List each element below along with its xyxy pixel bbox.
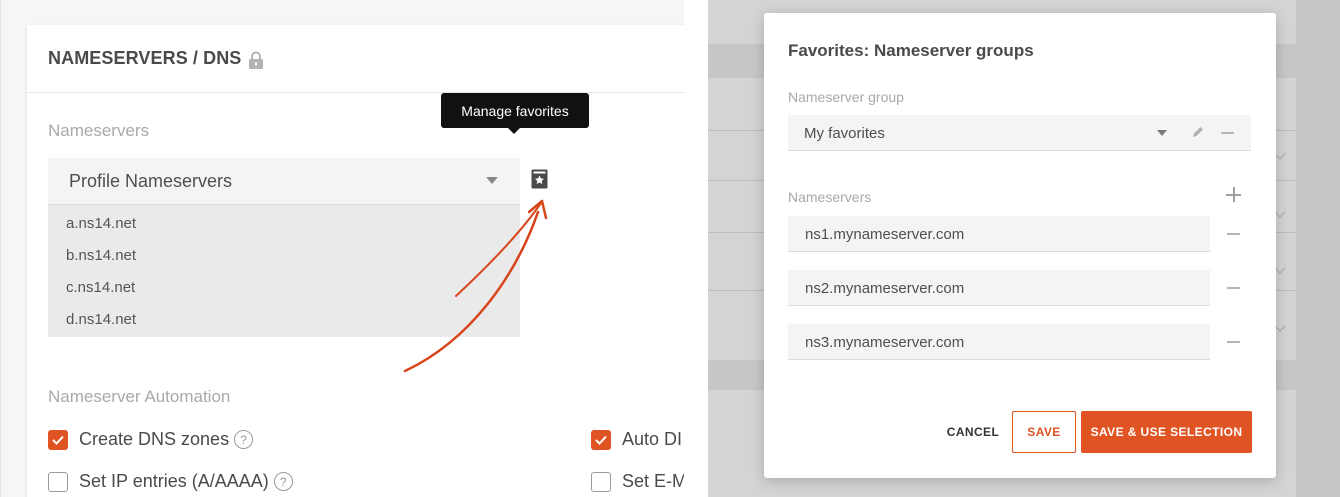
bookmark-star-icon[interactable] — [531, 169, 548, 189]
option-auto-dnssec[interactable]: Auto DI — [591, 429, 682, 450]
input-value: ns2.mynameserver.com — [805, 280, 965, 297]
option-label: Set IP entries (A/AAAA) — [79, 471, 269, 491]
nameserver-input-1[interactable]: ns1.mynameserver.com — [788, 216, 1210, 252]
list-item: b.ns14.net — [66, 247, 137, 264]
pencil-icon[interactable] — [1191, 125, 1205, 139]
modal-backdrop: Favorites: Nameserver groups Nameserver … — [708, 0, 1340, 497]
nameserver-input-2[interactable]: ns2.mynameserver.com — [788, 270, 1210, 306]
checkbox-checked[interactable] — [48, 429, 68, 450]
remove-nameserver-icon[interactable] — [1227, 233, 1240, 235]
automation-label: Nameserver Automation — [48, 387, 231, 406]
nameserver-input-3[interactable]: ns3.mynameserver.com — [788, 324, 1210, 360]
remove-nameserver-icon[interactable] — [1227, 341, 1240, 343]
input-value: ns1.mynameserver.com — [805, 226, 965, 243]
add-nameserver-icon[interactable] — [1226, 187, 1241, 202]
checkbox-unchecked[interactable] — [591, 471, 611, 492]
option-label: Auto DI — [622, 429, 683, 449]
save-and-use-button[interactable]: SAVE & USE SELECTION — [1081, 411, 1252, 453]
select-value: Profile Nameservers — [69, 171, 233, 191]
input-value: ns3.mynameserver.com — [805, 334, 965, 351]
favorites-modal: Favorites: Nameserver groups Nameserver … — [764, 13, 1276, 478]
list-item: a.ns14.net — [66, 215, 137, 232]
nameservers-panel: NAMESERVERS / DNS Nameservers Profile Na… — [0, 0, 684, 497]
group-value: My favorites — [804, 125, 885, 142]
chevron-down-icon — [486, 177, 498, 184]
help-icon[interactable]: ? — [273, 472, 293, 491]
remove-nameserver-icon[interactable] — [1227, 287, 1240, 289]
option-label: Set E-M — [622, 471, 684, 491]
nameservers-label: Nameservers — [788, 189, 872, 205]
nameservers-label: Nameservers — [48, 121, 150, 140]
card-header: NAMESERVERS / DNS — [27, 25, 684, 93]
checkbox-checked[interactable] — [591, 429, 611, 450]
nameserver-group-select[interactable]: My favorites — [788, 115, 1251, 151]
manage-favorites-tooltip: Manage favorites — [441, 93, 589, 134]
cancel-button[interactable]: CANCEL — [938, 411, 1008, 453]
option-create-dns-zones[interactable]: Create DNS zones ? — [48, 429, 254, 450]
list-item: d.ns14.net — [66, 311, 137, 328]
nameserver-list: a.ns14.net b.ns14.net c.ns14.net d.ns14.… — [48, 205, 520, 337]
modal-title: Favorites: Nameserver groups — [788, 41, 1034, 60]
help-icon[interactable]: ? — [234, 430, 254, 449]
list-item: c.ns14.net — [66, 279, 136, 296]
chevron-down-icon — [1157, 130, 1167, 136]
option-set-ip-entries[interactable]: Set IP entries (A/AAAA) ? — [48, 471, 293, 492]
card-title: NAMESERVERS / DNS — [48, 48, 242, 68]
nameserver-profile-select[interactable]: Profile Nameservers — [48, 158, 520, 205]
checkbox-unchecked[interactable] — [48, 471, 68, 492]
save-button[interactable]: SAVE — [1012, 411, 1076, 453]
option-label: Create DNS zones — [79, 429, 230, 449]
group-label: Nameserver group — [788, 89, 904, 105]
option-set-email[interactable]: Set E-M — [591, 471, 684, 492]
lock-icon — [248, 51, 264, 69]
remove-group-icon[interactable] — [1221, 132, 1234, 134]
